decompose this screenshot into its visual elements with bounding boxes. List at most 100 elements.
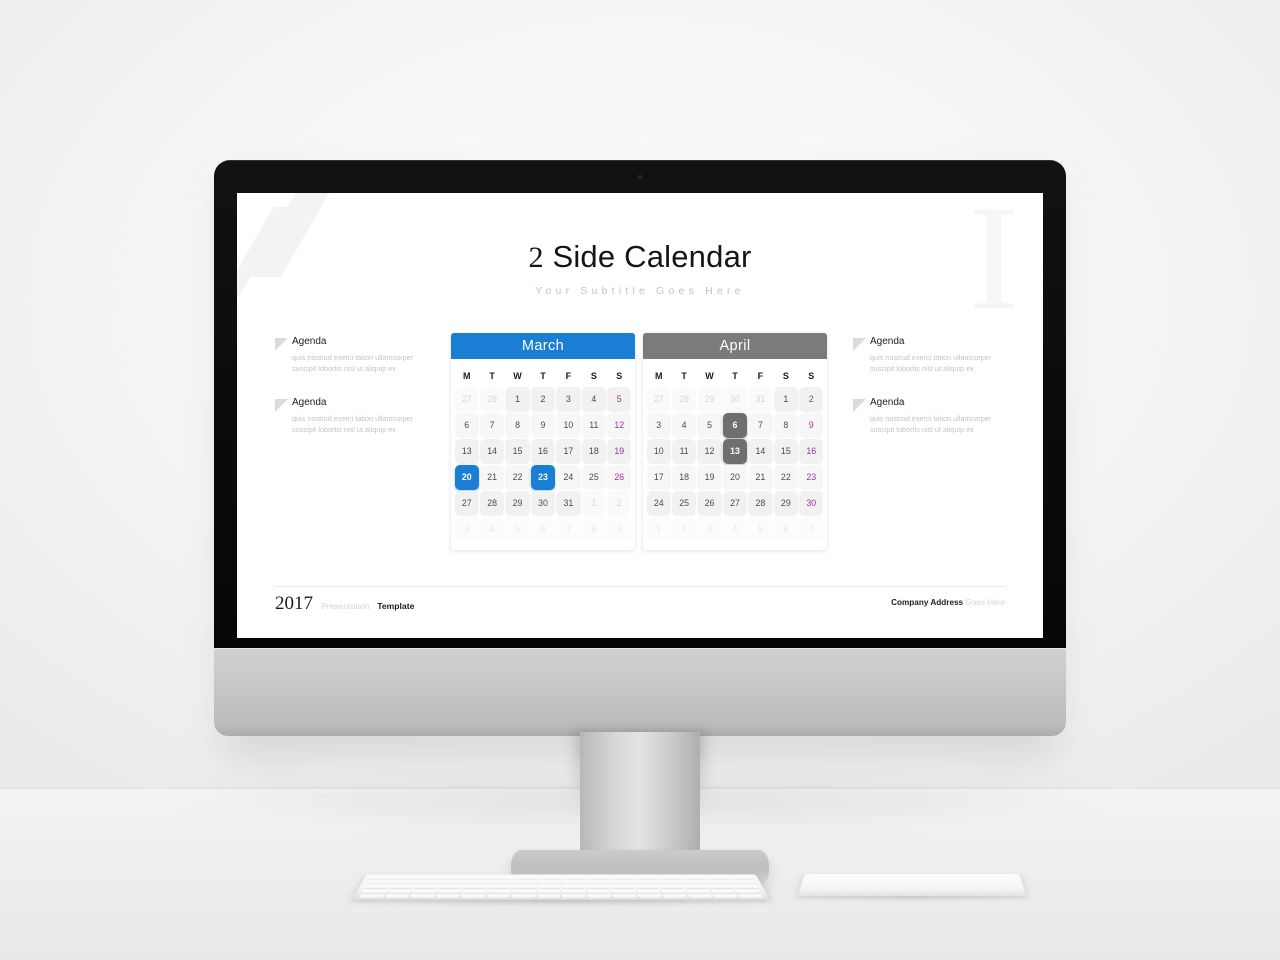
calendar-day[interactable]: 26	[607, 464, 632, 490]
calendar-day[interactable]: 2	[671, 516, 697, 542]
calendar-day[interactable]: 16	[799, 438, 824, 464]
calendar-day[interactable]: 23	[799, 464, 824, 490]
calendar-day[interactable]: 24	[556, 464, 581, 490]
calendar-day[interactable]: 8	[581, 516, 607, 542]
calendar-day[interactable]: 25	[581, 464, 607, 490]
calendar-day[interactable]: 19	[697, 464, 722, 490]
trackpad[interactable]	[798, 874, 1026, 896]
calendar-day[interactable]: 15	[773, 438, 799, 464]
calendar-day[interactable]: 6	[454, 412, 479, 438]
calendar-day[interactable]: 2	[530, 386, 556, 412]
calendar-day[interactable]: 16	[530, 438, 556, 464]
triangle-marker-icon	[853, 338, 866, 351]
calendar-day[interactable]: 5	[697, 412, 722, 438]
calendar-day[interactable]: 27	[646, 386, 671, 412]
calendar-day[interactable]: 14	[748, 438, 773, 464]
calendar-day[interactable]: 12	[697, 438, 722, 464]
calendar-day[interactable]: 19	[607, 438, 632, 464]
keyboard-row	[369, 876, 753, 880]
calendar-day[interactable]: 1	[646, 516, 671, 542]
calendar-day[interactable]: 30	[722, 386, 748, 412]
calendar-day[interactable]: 22	[773, 464, 799, 490]
calendar-day[interactable]: 31	[748, 386, 773, 412]
calendar-day[interactable]: 30	[799, 490, 824, 516]
calendar-day-selected[interactable]: 13	[722, 438, 748, 464]
calendar-day[interactable]: 26	[697, 490, 722, 516]
calendar-day[interactable]: 3	[697, 516, 722, 542]
calendar-day[interactable]: 8	[505, 412, 530, 438]
calendar-day[interactable]: 1	[505, 386, 530, 412]
calendar-day[interactable]: 18	[671, 464, 697, 490]
calendar-week-row: 20 21 22 23 24 25 26	[454, 464, 632, 490]
keyboard-key	[461, 889, 486, 894]
keyboard-key	[633, 876, 657, 880]
keyboard-key	[609, 876, 633, 880]
calendar-day[interactable]: 2	[799, 386, 824, 412]
calendar-day[interactable]: 7	[556, 516, 581, 542]
calendar-day[interactable]: 3	[454, 516, 479, 542]
calendar-day[interactable]: 27	[454, 490, 479, 516]
keyboard-key	[712, 894, 738, 898]
calendar-day[interactable]: 6	[530, 516, 556, 542]
calendar-day[interactable]: 5	[748, 516, 773, 542]
calendar-day[interactable]: 7	[479, 412, 505, 438]
calendar-day[interactable]: 10	[646, 438, 671, 464]
calendar-day[interactable]: 28	[671, 386, 697, 412]
calendar-april[interactable]: April M T W T F S S 27 28 29 30 31 1 2 3 4 5 6 7 8 9 10 11 12 13 1…	[643, 333, 827, 550]
calendar-day[interactable]: 3	[646, 412, 671, 438]
calendar-day[interactable]: 17	[556, 438, 581, 464]
calendar-day[interactable]: 20	[722, 464, 748, 490]
calendar-day[interactable]: 28	[479, 490, 505, 516]
calendar-day[interactable]: 29	[697, 386, 722, 412]
calendar-day[interactable]: 24	[646, 490, 671, 516]
calendar-day[interactable]: 4	[581, 386, 607, 412]
calendar-day[interactable]: 17	[646, 464, 671, 490]
calendar-day[interactable]: 6	[773, 516, 799, 542]
calendar-day-selected[interactable]: 23	[530, 464, 556, 490]
calendar-day[interactable]: 13	[454, 438, 479, 464]
calendar-day[interactable]: 7	[799, 516, 824, 542]
calendar-day-selected[interactable]: 6	[722, 412, 748, 438]
calendar-day[interactable]: 27	[454, 386, 479, 412]
calendar-day[interactable]: 3	[556, 386, 581, 412]
calendar-day[interactable]: 21	[479, 464, 505, 490]
calendar-day[interactable]: 28	[479, 386, 505, 412]
calendar-day[interactable]: 5	[505, 516, 530, 542]
calendar-march[interactable]: March M T W T F S S 27 28 1 2 3 4 5 6 7 8 9 10 11 12 13 14 15 16 1…	[451, 333, 635, 550]
calendar-day[interactable]: 29	[773, 490, 799, 516]
calendar-day[interactable]: 9	[530, 412, 556, 438]
calendar-day[interactable]: 22	[505, 464, 530, 490]
keyboard[interactable]	[352, 874, 770, 900]
calendar-day[interactable]: 1	[581, 490, 607, 516]
calendar-day[interactable]: 25	[671, 490, 697, 516]
calendar-day[interactable]: 2	[607, 490, 632, 516]
calendar-day[interactable]: 27	[722, 490, 748, 516]
calendar-day[interactable]: 10	[556, 412, 581, 438]
calendar-day[interactable]: 18	[581, 438, 607, 464]
keyboard-key	[708, 884, 734, 889]
calendar-day[interactable]: 30	[530, 490, 556, 516]
calendar-day[interactable]: 1	[773, 386, 799, 412]
calendar-day[interactable]: 9	[799, 412, 824, 438]
keyboard-key	[511, 894, 535, 898]
calendar-day[interactable]: 28	[748, 490, 773, 516]
calendar-day[interactable]: 4	[671, 412, 697, 438]
calendar-day[interactable]: 21	[748, 464, 773, 490]
calendar-day[interactable]: 14	[479, 438, 505, 464]
calendar-day[interactable]: 15	[505, 438, 530, 464]
calendar-day[interactable]: 31	[556, 490, 581, 516]
calendar-day[interactable]: 4	[479, 516, 505, 542]
keyboard-key	[536, 889, 561, 894]
calendar-day-selected[interactable]: 20	[454, 464, 479, 490]
keyboard-row	[361, 889, 761, 894]
calendar-day[interactable]: 7	[748, 412, 773, 438]
calendar-day[interactable]: 9	[607, 516, 632, 542]
calendar-day[interactable]: 11	[581, 412, 607, 438]
calendar-day[interactable]: 8	[773, 412, 799, 438]
calendar-week-row: 27 28 29 30 31 1 2	[454, 490, 632, 516]
calendar-day[interactable]: 4	[722, 516, 748, 542]
calendar-day[interactable]: 11	[671, 438, 697, 464]
calendar-day[interactable]: 5	[607, 386, 632, 412]
calendar-day[interactable]: 12	[607, 412, 632, 438]
calendar-day[interactable]: 29	[505, 490, 530, 516]
